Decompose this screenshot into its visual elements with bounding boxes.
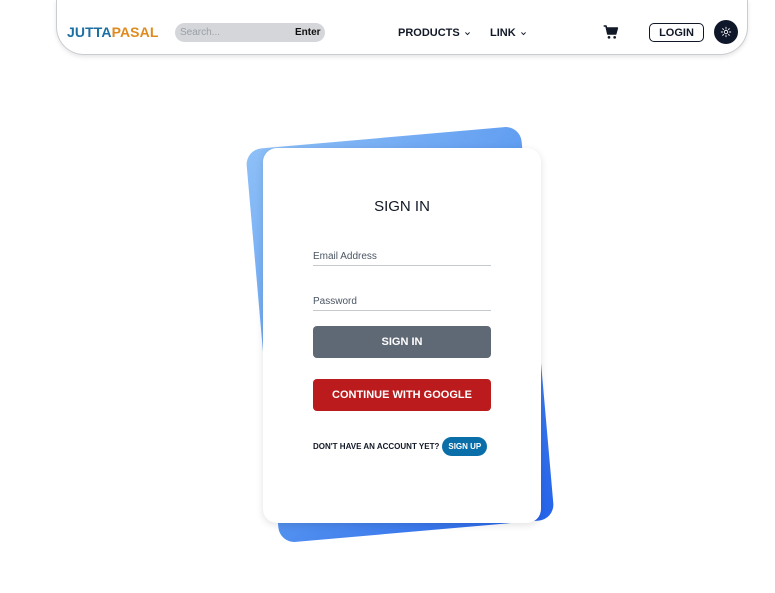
login-button[interactable]: LOGIN xyxy=(649,23,704,42)
password-field[interactable] xyxy=(313,294,491,313)
logo-part-jutta: JUTTA xyxy=(67,24,112,40)
signup-button[interactable]: SIGN UP xyxy=(442,437,488,456)
shopping-cart-icon[interactable] xyxy=(603,24,619,40)
password-field-wrapper xyxy=(313,291,491,313)
navbar: JUTTAPASAL Enter PRODUCTS LINK LOGIN xyxy=(56,0,748,55)
search-enter-button[interactable]: Enter xyxy=(295,24,325,41)
chevron-down-icon xyxy=(464,31,470,35)
signin-submit-button[interactable]: SIGN IN xyxy=(313,326,491,358)
theme-toggle-button[interactable] xyxy=(714,20,738,44)
signup-prompt-row: DON'T HAVE AN ACCOUNT YET? SIGN UP xyxy=(313,437,488,456)
email-field[interactable] xyxy=(313,249,491,268)
nav-products-dropdown[interactable]: PRODUCTS xyxy=(398,26,471,40)
signin-card: SIGN IN SIGN IN CONTINUE WITH GOOGLE DON… xyxy=(263,148,541,523)
sun-icon xyxy=(720,26,732,38)
email-field-wrapper xyxy=(313,246,491,268)
search-input[interactable] xyxy=(180,25,290,40)
signup-prompt-text: DON'T HAVE AN ACCOUNT YET? xyxy=(313,441,440,451)
chevron-down-icon xyxy=(520,31,526,35)
nav-link-label: LINK xyxy=(490,27,516,39)
nav-products-label: PRODUCTS xyxy=(398,27,460,39)
logo-part-pasal: PASAL xyxy=(111,24,159,40)
continue-with-google-button[interactable]: CONTINUE WITH GOOGLE xyxy=(313,379,491,411)
search-bar: Enter xyxy=(175,23,325,42)
signin-title: SIGN IN xyxy=(374,198,430,215)
brand-logo[interactable]: JUTTAPASAL xyxy=(67,24,159,41)
nav-link-dropdown[interactable]: LINK xyxy=(490,26,527,40)
